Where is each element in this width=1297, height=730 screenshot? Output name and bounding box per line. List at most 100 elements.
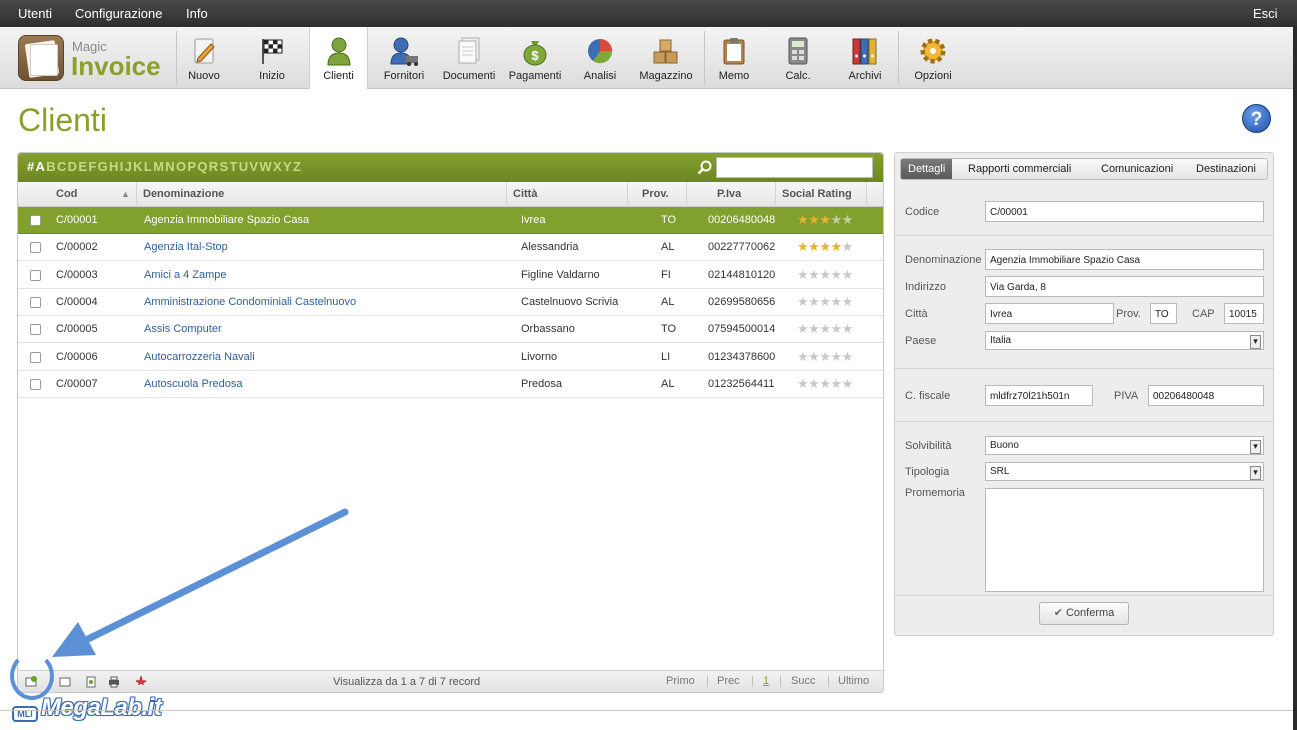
star-icon[interactable]: ★ — [797, 349, 809, 364]
alpha-filter-j[interactable]: J — [125, 159, 134, 174]
alpha-filter-y[interactable]: Y — [283, 159, 293, 174]
toolbar-inizio-button[interactable]: Inizio — [248, 27, 296, 89]
alpha-filter-f[interactable]: F — [88, 159, 97, 174]
table-row[interactable]: C/00001 Agenzia Immobiliare Spazio Casa Iv… — [18, 207, 883, 234]
table-row[interactable]: C/00002 Agenzia Ital-Stop Alessandria AL 002… — [18, 234, 883, 262]
table-row[interactable]: C/00005 Assis Computer Orbassano TO 07594500… — [18, 316, 883, 344]
cap-field[interactable]: 10015 — [1224, 303, 1264, 324]
star-icon[interactable]: ★ — [842, 321, 854, 336]
star-icon[interactable]: ★ — [819, 376, 831, 391]
toolbar-fornitori-button[interactable]: Fornitori — [378, 27, 430, 89]
star-icon[interactable]: ★ — [808, 267, 820, 282]
star-icon[interactable]: ★ — [797, 239, 809, 254]
alpha-filter-t[interactable]: T — [229, 159, 238, 174]
star-icon[interactable]: ★ — [797, 212, 809, 227]
alpha-filter-e[interactable]: E — [78, 159, 88, 174]
alpha-filter-c[interactable]: C — [57, 159, 68, 174]
row-checkbox[interactable] — [30, 242, 41, 254]
star-icon[interactable]: ★ — [797, 267, 809, 282]
alpha-filter-q[interactable]: Q — [197, 159, 208, 174]
cell-denominazione[interactable]: Assis Computer — [144, 323, 222, 335]
social-rating-stars[interactable]: ★★★★★ — [797, 349, 853, 365]
alpha-filter-n[interactable]: N — [165, 159, 176, 174]
toolbar-opzioni-button[interactable]: Opzioni — [908, 27, 958, 89]
toolbar-nuovo-button[interactable]: Nuovo — [180, 27, 228, 89]
star-icon[interactable]: ★ — [830, 376, 842, 391]
star-icon[interactable]: ★ — [819, 321, 831, 336]
star-icon[interactable]: ★ — [797, 376, 809, 391]
cell-denominazione[interactable]: Agenzia Ital-Stop — [144, 241, 228, 253]
toolbar-calc-button[interactable]: Calc. — [776, 27, 820, 89]
toolbar-clienti-button[interactable]: Clienti — [309, 27, 368, 89]
star-icon[interactable]: ★ — [842, 376, 854, 391]
row-checkbox[interactable] — [30, 378, 41, 390]
star-icon[interactable]: ★ — [808, 376, 820, 391]
conferma-button[interactable]: ✔ Conferma — [1039, 602, 1129, 625]
denominazione-field[interactable]: Agenzia Immobiliare Spazio Casa — [985, 249, 1264, 270]
tab-dettagli[interactable]: Dettagli — [901, 159, 953, 179]
cell-denominazione[interactable]: Amministrazione Condominiali Castelnuovo — [144, 296, 356, 308]
star-icon[interactable]: ★ — [830, 239, 842, 254]
alpha-filter-r[interactable]: R — [209, 159, 220, 174]
citta-field[interactable]: Ivrea — [985, 303, 1114, 324]
menu-utenti[interactable]: Utenti — [18, 6, 52, 21]
alpha-filter-l[interactable]: L — [144, 159, 153, 174]
col-cod[interactable]: Cod — [56, 188, 77, 200]
alpha-filter-m[interactable]: M — [153, 159, 165, 174]
alpha-filter-k[interactable]: K — [133, 159, 144, 174]
search-icon[interactable] — [697, 160, 712, 175]
star-icon[interactable]: ★ — [808, 321, 820, 336]
col-citta[interactable]: Città — [513, 188, 537, 200]
social-rating-stars[interactable]: ★★★★★ — [797, 239, 853, 255]
exit-button[interactable]: Esci — [1253, 6, 1278, 21]
star-icon[interactable]: ★ — [819, 267, 831, 282]
tab-comunicazioni[interactable]: Comunicazioni — [1101, 159, 1173, 179]
star-icon[interactable]: ★ — [830, 321, 842, 336]
paese-select[interactable]: Italia — [985, 331, 1264, 350]
page-current[interactable]: 1 — [763, 675, 769, 687]
star-icon[interactable]: ★ — [819, 239, 831, 254]
row-checkbox[interactable] — [30, 296, 41, 308]
toolbar-magazzino-button[interactable]: Magazzino — [636, 27, 696, 89]
tipologia-select[interactable]: SRL — [985, 462, 1264, 481]
piva-field[interactable]: 00206480048 — [1148, 385, 1264, 406]
star-icon[interactable]: ★ — [842, 212, 854, 227]
star-icon[interactable]: ★ — [830, 294, 842, 309]
row-checkbox[interactable] — [30, 269, 41, 281]
cell-denominazione[interactable]: Autocarrozzeria Navali — [144, 351, 255, 363]
page-last[interactable]: Ultimo — [838, 675, 869, 687]
menu-configurazione[interactable]: Configurazione — [75, 6, 162, 21]
prov-field[interactable]: TO — [1150, 303, 1177, 324]
star-icon[interactable]: ★ — [797, 294, 809, 309]
star-icon[interactable]: ★ — [819, 212, 831, 227]
col-denominazione[interactable]: Denominazione — [143, 188, 224, 200]
star-icon[interactable]: ★ — [797, 321, 809, 336]
col-social-rating[interactable]: Social Rating — [782, 188, 852, 200]
col-prov[interactable]: Prov. — [642, 188, 669, 200]
table-row[interactable]: C/00007 Autoscuola Predosa Predosa AL 012325… — [18, 371, 883, 398]
social-rating-stars[interactable]: ★★★★★ — [797, 376, 853, 392]
toolbar-documenti-button[interactable]: Documenti — [440, 27, 498, 89]
star-icon[interactable]: ★ — [842, 239, 854, 254]
alpha-filter-h[interactable]: H — [109, 159, 120, 174]
page-first[interactable]: Primo — [666, 675, 695, 687]
search-input[interactable] — [716, 157, 873, 178]
star-icon[interactable]: ★ — [808, 294, 820, 309]
menu-info[interactable]: Info — [186, 6, 208, 21]
alpha-filter-hash[interactable]: # — [27, 159, 36, 174]
row-checkbox[interactable] — [30, 351, 41, 363]
star-icon[interactable]: ★ — [842, 267, 854, 282]
star-icon[interactable]: ★ — [808, 212, 820, 227]
star-icon[interactable]: ★ — [830, 212, 842, 227]
star-icon[interactable]: ★ — [819, 294, 831, 309]
alpha-filter-b[interactable]: B — [46, 159, 57, 174]
cell-denominazione[interactable]: Autoscuola Predosa — [144, 378, 242, 390]
row-checkbox[interactable] — [30, 215, 41, 226]
alpha-filter-a[interactable]: A — [36, 159, 47, 174]
page-prev[interactable]: Prec — [717, 675, 740, 687]
toolbar-analisi-button[interactable]: Analisi — [576, 27, 624, 89]
help-button[interactable]: ? — [1242, 104, 1271, 133]
tab-destinazioni[interactable]: Destinazioni — [1196, 159, 1256, 179]
promemoria-textarea[interactable] — [985, 488, 1264, 592]
cell-denominazione[interactable]: Amici a 4 Zampe — [144, 269, 227, 281]
